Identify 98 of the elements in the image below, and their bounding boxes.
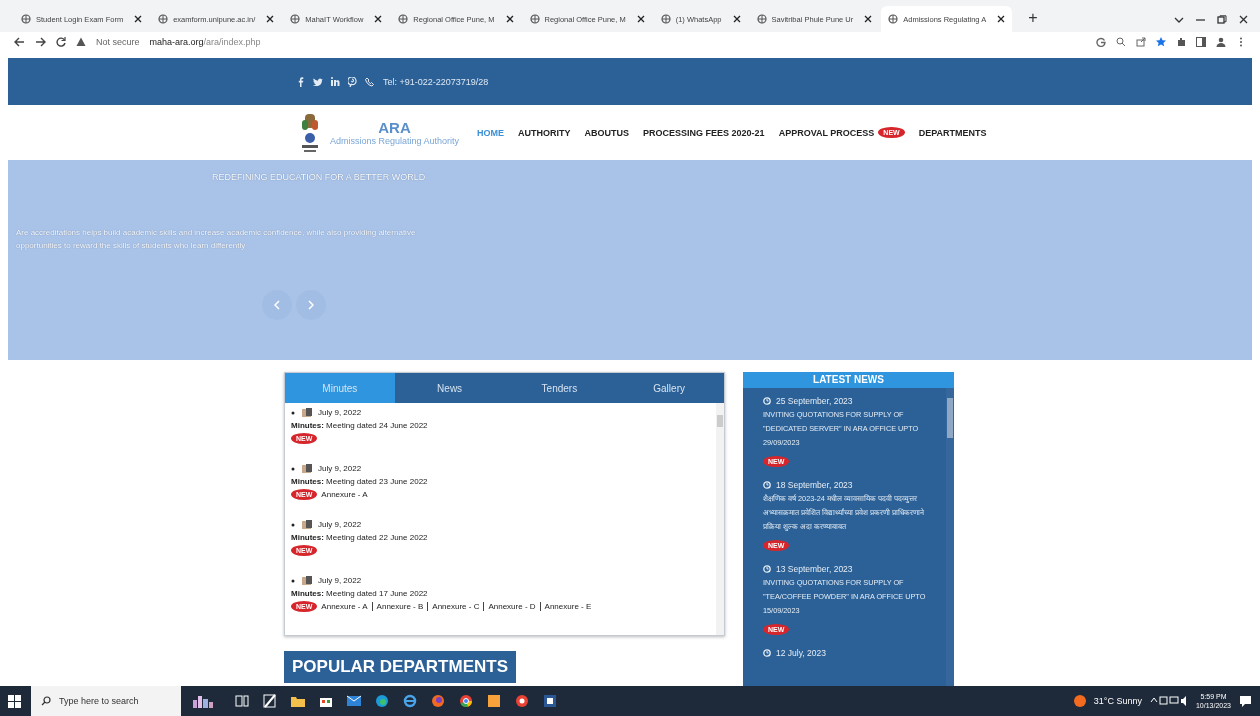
news-date: 12 July, 2023: [776, 648, 826, 658]
bullet-icon: [291, 578, 295, 583]
extensions-icon[interactable]: [1176, 37, 1186, 47]
phone-number: Tel: +91-022-22073719/28: [383, 76, 489, 87]
annexure-link[interactable]: Annexure - A: [321, 602, 368, 611]
ie-icon[interactable]: [403, 694, 417, 708]
close-icon[interactable]: [134, 15, 143, 23]
chrome-icon[interactable]: [459, 694, 473, 708]
taskbar-search-field[interactable]: Type here to search: [31, 686, 181, 716]
minutes-title[interactable]: Minutes: Meeting dated 22 June 2022: [291, 533, 710, 542]
minutes-title[interactable]: Minutes: Meeting dated 24 June 2022: [291, 421, 710, 430]
minutes-title[interactable]: Minutes: Meeting dated 23 June 2022: [291, 477, 710, 486]
side-panel-icon[interactable]: [1196, 37, 1206, 47]
twitter-icon[interactable]: [313, 77, 323, 86]
nav-link[interactable]: PROCESSING FEES 2020-21: [643, 127, 765, 138]
news-heading: LATEST NEWS: [743, 372, 954, 388]
annexure-link[interactable]: Annexure - D: [483, 602, 536, 611]
globe-icon: [290, 14, 301, 24]
globe-icon: [660, 14, 671, 24]
clock-icon: [763, 565, 771, 573]
chevron-left-icon: [274, 300, 280, 310]
notification-icon[interactable]: [1239, 694, 1252, 708]
annexure-link[interactable]: Annexure - A: [321, 490, 368, 499]
minutes-date: July 9, 2022: [318, 576, 362, 585]
windows-start-icon[interactable]: [8, 694, 21, 708]
minutes-title[interactable]: Minutes: Meeting dated 17 June 2022: [291, 589, 710, 598]
reload-icon[interactable]: [56, 37, 66, 47]
close-icon[interactable]: [636, 15, 645, 23]
globe-icon: [398, 14, 409, 24]
minutes-date: July 9, 2022: [318, 408, 362, 417]
bullet-icon: [291, 466, 295, 471]
news-date: 18 September, 2023: [776, 480, 853, 490]
news-date: 13 September, 2023: [776, 564, 853, 574]
folder-icon[interactable]: [291, 694, 305, 708]
nav-link[interactable]: DEPARTMENTS: [918, 127, 987, 138]
bullet-icon: [291, 522, 295, 527]
mail-icon[interactable]: [347, 694, 361, 708]
system-tray-icons[interactable]: [1149, 695, 1188, 707]
google-icon[interactable]: [1096, 37, 1106, 47]
chevron-down-icon[interactable]: [1174, 15, 1184, 24]
close-icon[interactable]: [1239, 15, 1248, 24]
nav-link[interactable]: AUTHORITY: [518, 127, 571, 138]
calendar-icon: [301, 407, 312, 418]
profile-icon[interactable]: [1216, 37, 1226, 47]
nav-link[interactable]: ABOUTUS: [584, 127, 630, 138]
close-icon[interactable]: [732, 15, 741, 23]
annexure-link[interactable]: Annexure - E: [539, 602, 592, 611]
annexure-link[interactable]: Annexure - C: [427, 602, 480, 611]
clock-icon: [763, 481, 771, 489]
calendar-icon: [301, 519, 312, 530]
globe-icon: [21, 14, 31, 24]
clock-icon: [763, 397, 771, 405]
phone-icon: [365, 76, 375, 87]
close-icon[interactable]: [505, 15, 514, 23]
annexure-link[interactable]: Annexure - B: [371, 602, 424, 611]
scrollbar[interactable]: [716, 403, 724, 635]
logo-title: ARA: [378, 119, 411, 136]
news-date: 25 September, 2023: [776, 396, 853, 406]
facebook-icon[interactable]: [298, 76, 305, 87]
panel-tab[interactable]: Tenders: [504, 373, 615, 403]
close-icon[interactable]: [374, 15, 383, 23]
globe-icon: [158, 14, 169, 24]
globe-icon: [529, 14, 540, 24]
minutes-date: July 9, 2022: [318, 520, 362, 529]
globe-icon: [756, 14, 767, 24]
new-tab-button[interactable]: +: [1022, 8, 1044, 28]
linkedin-icon[interactable]: [331, 77, 340, 86]
calendar-icon: [301, 463, 312, 474]
hero-title: REDEFINING EDUCATION FOR A BETTER WORLD: [211, 171, 427, 182]
close-icon[interactable]: [266, 15, 275, 23]
sun-icon: [1073, 695, 1086, 707]
warning-icon: [76, 37, 86, 47]
task-view-icon[interactable]: [235, 694, 249, 708]
city-skyline-icon: [191, 694, 215, 708]
calendar-icon: [301, 575, 312, 586]
scrollbar[interactable]: [946, 388, 954, 686]
star-icon[interactable]: [1156, 37, 1166, 47]
security-label[interactable]: Not secure: [96, 37, 140, 47]
bullet-icon: [291, 410, 295, 415]
close-icon[interactable]: [997, 15, 1006, 23]
search-icon: [41, 696, 51, 706]
restore-icon[interactable]: [1217, 15, 1227, 24]
forward-icon[interactable]: [35, 37, 46, 47]
zoom-icon[interactable]: [1116, 37, 1126, 47]
globe-icon: [888, 14, 899, 24]
chevron-right-icon: [308, 300, 314, 310]
panel-tab[interactable]: News: [394, 373, 505, 403]
share-icon[interactable]: [1136, 37, 1146, 47]
minutes-date: July 9, 2022: [318, 464, 362, 473]
address-field[interactable]: maha-ara.org/ara/index.php: [149, 37, 261, 47]
back-icon[interactable]: [14, 37, 25, 47]
close-icon[interactable]: [864, 15, 873, 23]
clock-icon: [763, 649, 771, 657]
nav-link[interactable]: HOME: [477, 127, 505, 138]
panel-tab[interactable]: Gallery: [614, 373, 724, 403]
weather-text[interactable]: 31°C Sunny: [1093, 696, 1142, 706]
section-heading: POPULAR DEPARTMENTS: [284, 651, 516, 683]
logo-subtitle: Admissions Regulating Authority: [330, 136, 460, 146]
